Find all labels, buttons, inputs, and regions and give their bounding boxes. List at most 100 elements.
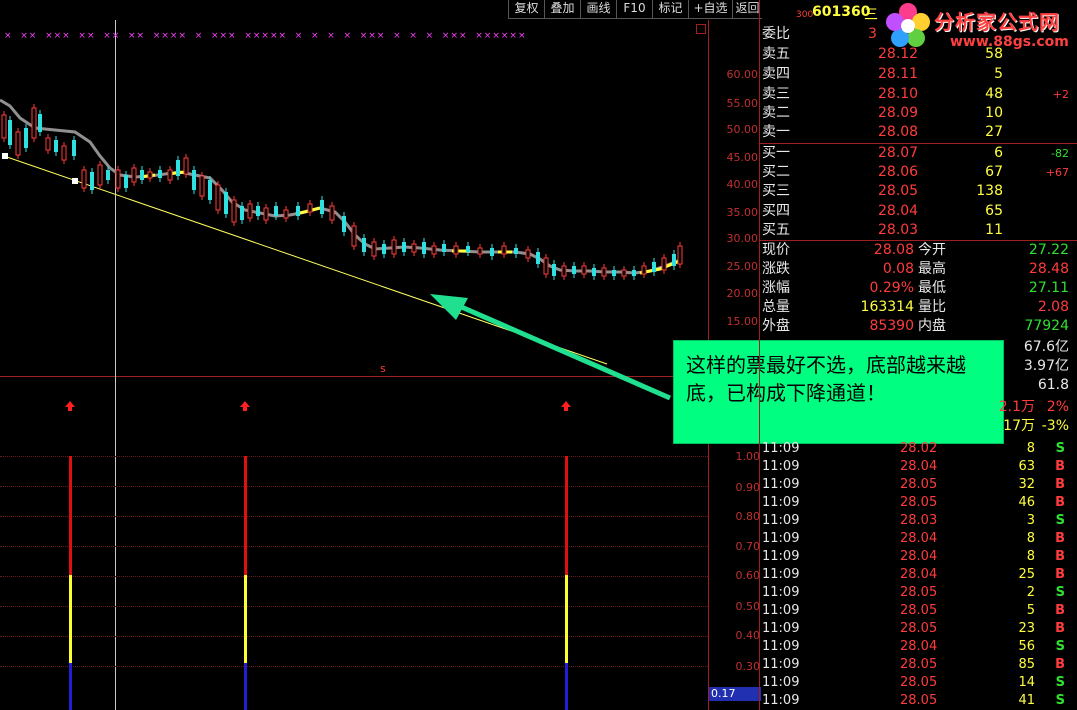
tick-time: 11:09 [762,549,800,564]
buy-row-label: 买三 [762,183,790,199]
sell-row-change: +2 [1052,88,1069,101]
buy-row-3: 买三 28.05 138 [760,182,1073,201]
buy-row-change: -82 [1051,147,1069,160]
tick-side: B [1055,567,1065,582]
stats-extra-row: 17万 -3% [760,417,1073,436]
tick-side: B [1055,621,1065,636]
toolbar-f10-button[interactable]: F10 [616,0,652,19]
stat-value: 67.6亿 [1023,339,1069,355]
stats-extra-row: 3.97亿 [760,357,1073,376]
sell-row-label: 卖一 [762,124,790,140]
tick-time: 11:09 [762,693,800,708]
candle [263,207,269,221]
tick-price: 28.04 [900,549,938,564]
tick-time: 11:09 [762,621,800,636]
candle [45,137,51,151]
tick-side: B [1055,495,1065,510]
trade-ticks-list[interactable]: 11:09 28.02 8 S 11:09 28.04 63 B 11:09 28.05 32 B 11… [760,440,1077,710]
stock-code[interactable]: 601360 [812,4,870,20]
candle [231,199,237,223]
toolbar-back-button[interactable]: 返回 [732,0,762,19]
tick-side: B [1055,603,1065,618]
candle [54,140,58,152]
stat-value: 77924 [1024,318,1069,334]
stats-extra-row: 61.8 [760,376,1073,395]
buy-row-label: 买四 [762,203,790,219]
tick-row: 11:09 28.04 25 B [760,566,1073,584]
candle [632,270,636,276]
candle [24,128,28,148]
y-tick: 20.00 [726,287,759,300]
tick-price: 28.04 [900,531,938,546]
toolbar-mark-button[interactable]: 标记 [652,0,688,19]
sell-row-price: 28.11 [878,66,919,82]
stat-value: 28.48 [1028,261,1069,277]
sell-row-price: 28.10 [878,86,919,102]
sell-row-volume: 5 [994,66,1003,82]
tick-price: 28.05 [900,675,938,690]
stat-value: 85390 [869,318,914,334]
sell-row-price: 28.09 [878,105,919,121]
sell-row-1: 卖一 28.08 27 [760,123,1073,142]
toolbar-draw-button[interactable]: 画线 [580,0,616,19]
tick-price: 28.05 [900,495,938,510]
toolbar-fuquan-button[interactable]: 复权 [508,0,544,19]
stat-label: 最低 [918,280,946,296]
toolbar-overlay-button[interactable]: 叠加 [544,0,580,19]
candle [61,145,67,161]
candle [501,245,507,255]
tick-time: 11:09 [762,495,800,510]
tick-price: 28.05 [900,585,938,600]
sell-row-5: 卖五 28.12 58 [760,45,1073,64]
sell-row-volume: 48 [985,86,1003,102]
candle [431,245,437,255]
stats-row-outer: 外盘 85390 内盘 77924 [760,317,1073,336]
candle [81,169,87,189]
tick-volume: 56 [1018,639,1035,654]
candle [672,254,676,266]
candle [192,170,196,190]
tick-side: B [1055,657,1065,672]
tick-time: 11:09 [762,477,800,492]
signal-bar-3 [561,401,571,710]
candle [307,203,313,213]
candle [256,206,260,216]
stat-value: -3% [1041,418,1069,434]
buy-row-price: 28.03 [878,222,919,238]
tick-row: 11:09 28.02 8 S [760,440,1073,458]
tick-volume: 2 [1026,585,1035,600]
stat-label: 最高 [918,261,946,277]
tick-row: 11:09 28.05 14 S [760,674,1073,692]
stat-label: 外盘 [762,318,790,334]
stats-row-change: 涨跌 0.08 最高 28.48 [760,260,1073,279]
tick-row: 11:09 28.04 8 B [760,530,1073,548]
signal-s-marker: s [380,362,386,375]
buy-row-price: 28.05 [878,183,919,199]
tick-time: 11:09 [762,639,800,654]
buy-row-label: 买二 [762,164,790,180]
tick-price: 28.04 [900,639,938,654]
weibi-value: 3 [868,26,877,42]
buy-row-volume: 6 [994,145,1003,161]
tick-row: 11:09 28.05 32 B [760,476,1073,494]
candle [601,267,607,277]
candle [422,242,426,254]
tick-price: 28.05 [900,693,938,708]
candle [215,184,221,211]
buy-row-change: +67 [1045,166,1069,179]
candle [199,175,205,197]
trendline-anchor [2,153,8,159]
tick-volume: 63 [1018,459,1035,474]
candle [131,167,137,183]
trendline-anchor [72,178,78,184]
weibi-row: 委比 3 [760,25,1073,44]
tick-row: 11:09 28.04 56 S [760,638,1073,656]
tick-volume: 8 [1026,441,1035,456]
stat-value: 2.08 [1037,299,1069,315]
candle [351,225,357,247]
stat-label: 量比 [918,299,946,315]
tick-volume: 8 [1026,531,1035,546]
tick-row: 11:09 28.04 8 B [760,548,1073,566]
toolbar-add-watchlist-button[interactable]: +自选 [688,0,732,19]
stat-label: 总量 [762,299,790,315]
